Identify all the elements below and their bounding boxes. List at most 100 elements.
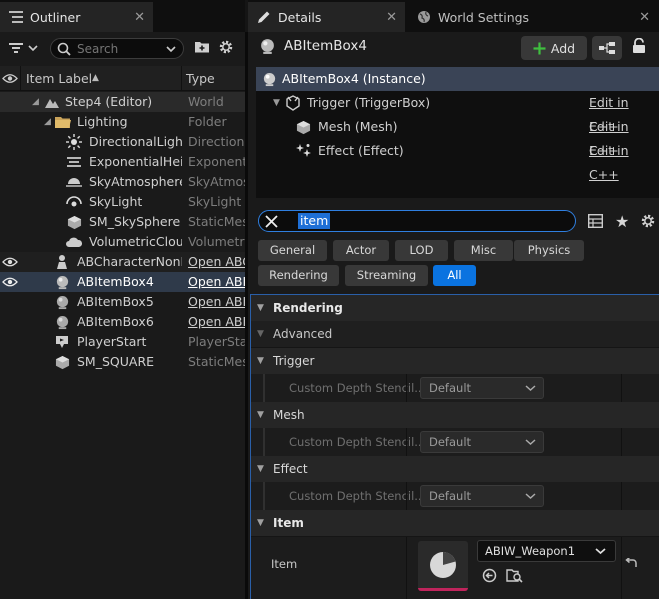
column-item-label[interactable]: Item Label [26, 66, 92, 91]
close-icon[interactable]: ✕ [639, 10, 650, 25]
chevron-down-icon [525, 432, 536, 452]
clear-search-icon[interactable] [265, 215, 278, 228]
outliner-row[interactable]: ◢ Step4 (Editor) World [0, 92, 245, 112]
component-row-trigger[interactable]: ▼ Trigger (TriggerBox) Edit in C++ [256, 91, 659, 134]
category-trigger[interactable]: ▼ Trigger [251, 348, 659, 374]
browse-asset-icon[interactable] [506, 568, 523, 586]
category-effect[interactable]: ▼ Effect [251, 456, 659, 482]
dropdown-value: Default [429, 381, 472, 395]
edit-in-cpp-link[interactable]: Edit in C++ [589, 139, 659, 187]
outliner-search[interactable] [50, 38, 184, 59]
globe-icon [416, 9, 432, 25]
custom-depth-stencil-dropdown[interactable]: Default [420, 377, 544, 399]
category-item[interactable]: ▼ Item [251, 510, 659, 536]
eye-icon[interactable] [2, 255, 18, 269]
row-type-link[interactable]: Open ABItemBox [188, 272, 245, 292]
outliner-row[interactable]: ABItemBox5 Open ABItemBox [0, 292, 245, 312]
settings-button[interactable] [218, 39, 234, 55]
property-label: Item [271, 557, 298, 571]
outliner-row[interactable]: ◢ Lighting Folder [0, 112, 245, 132]
asset-thumbnail[interactable] [418, 541, 468, 591]
collapse-arrow-icon[interactable]: ▼ [273, 91, 280, 115]
row-label: VolumetricCloud [89, 234, 182, 249]
reset-to-default-icon[interactable] [625, 556, 638, 572]
category-rendering[interactable]: ▼ Rendering [251, 295, 659, 321]
gear-icon[interactable] [640, 213, 656, 232]
chevron-down-icon[interactable] [165, 44, 177, 54]
outliner-row[interactable]: ABCharacterNonPlayer Open ABCharacterNon… [0, 252, 245, 272]
outliner-row[interactable]: VolumetricCloud VolumetricCloud [0, 232, 245, 252]
component-row-effect[interactable]: Effect (Effect) Edit in C++ [256, 139, 659, 182]
filter-chip-misc[interactable]: Misc [454, 240, 513, 261]
close-icon[interactable]: ✕ [386, 10, 397, 25]
outliner-panel: Outliner ✕ Item Label ▲ Type ◢ Step4 (Ed… [0, 0, 248, 599]
row-label: PlayerStart [77, 334, 147, 349]
eye-icon[interactable] [2, 275, 18, 289]
category-label: Effect [273, 462, 308, 476]
filter-chip-general[interactable]: General [258, 240, 327, 261]
tab-outliner[interactable]: Outliner ✕ [0, 2, 153, 32]
close-icon[interactable]: ✕ [134, 10, 145, 25]
property-row-item: Item ABIW_Weapon1 [251, 537, 659, 599]
star-icon[interactable]: ★ [615, 212, 629, 231]
row-type-link[interactable]: Open ABCharacterNonPlayer [188, 252, 245, 272]
search-input[interactable] [77, 41, 157, 56]
collapse-arrow-icon[interactable]: ◢ [44, 112, 51, 132]
row-type-link[interactable]: Open ABItemBox [188, 312, 245, 332]
filter-chip-all[interactable]: All [433, 265, 476, 286]
filter-chip-actor[interactable]: Actor [333, 240, 389, 261]
property-search[interactable]: item [258, 210, 576, 232]
add-folder-button[interactable] [194, 39, 210, 55]
outliner-row[interactable]: SM_SkySphere StaticMeshActor [0, 212, 245, 232]
table-view-icon[interactable] [587, 213, 604, 231]
component-tree: ABItemBox4 (Instance) ▼ Trigger (Trigger… [256, 67, 659, 198]
lock-icon[interactable] [632, 37, 648, 54]
blueprint-button[interactable] [592, 36, 622, 60]
category-advanced[interactable]: ▼ Advanced [251, 321, 659, 347]
outliner-row[interactable]: SM_SQUARE StaticMeshActor [0, 352, 245, 372]
outliner-row[interactable]: ExponentialHeightFog ExponentialHeightFo… [0, 152, 245, 172]
filter-chip-streaming[interactable]: Streaming [345, 265, 428, 286]
filter-chip-rendering[interactable]: Rendering [258, 265, 339, 286]
outliner-row[interactable]: DirectionalLight Directional [0, 132, 245, 152]
asset-name: ABIW_Weapon1 [485, 544, 576, 558]
outliner-row[interactable]: SkyLight SkyLight [0, 192, 245, 212]
actor-icon [54, 314, 70, 330]
column-type[interactable]: Type [186, 66, 215, 91]
property-label: Custom Depth Stencil... [289, 381, 426, 395]
category-mesh[interactable]: ▼ Mesh [251, 402, 659, 428]
tab-world-settings[interactable]: World Settings ✕ [408, 2, 658, 32]
tab-details[interactable]: Details ✕ [248, 2, 405, 32]
outliner-row-selected[interactable]: ABItemBox4 Open ABItemBox [0, 272, 245, 292]
eye-icon[interactable] [2, 73, 18, 84]
cloud-icon [66, 234, 82, 250]
property-label: Custom Depth Stencil... [289, 489, 426, 503]
search-input-value[interactable]: item [298, 213, 331, 229]
filter-chip-physics[interactable]: Physics [514, 240, 584, 261]
custom-depth-stencil-dropdown[interactable]: Default [420, 485, 544, 507]
component-row-mesh[interactable]: Mesh (Mesh) Edit in C++ [256, 115, 659, 158]
actor-icon [259, 38, 277, 56]
outliner-row[interactable]: PlayerStart PlayerStart [0, 332, 245, 352]
filter-dropdown-button[interactable] [8, 40, 42, 56]
component-row-instance[interactable]: ABItemBox4 (Instance) [256, 67, 659, 91]
outliner-row[interactable]: SkyAtmosphere SkyAtmosphere [0, 172, 245, 192]
add-component-button[interactable]: Add [521, 36, 587, 60]
outliner-row[interactable]: ABItemBox6 Open ABItemBox [0, 312, 245, 332]
gear-icon [219, 40, 233, 54]
custom-depth-stencil-dropdown[interactable]: Default [420, 431, 544, 453]
filter-chip-lod[interactable]: LOD [395, 240, 448, 261]
details-panel: Details ✕ World Settings ✕ ABItemBox4 Ad… [248, 0, 659, 599]
property-list: ▼ Rendering ▼ Advanced ▼ Trigger Custom Dep… [250, 294, 659, 599]
row-type-link[interactable]: Open ABItemBox [188, 292, 245, 312]
row-label: DirectionalLight [89, 134, 182, 149]
property-label: Custom Depth Stencil... [289, 435, 426, 449]
row-type: Folder [188, 114, 227, 129]
asset-picker-dropdown[interactable]: ABIW_Weapon1 [477, 540, 616, 562]
collapse-arrow-icon[interactable]: ◢ [32, 92, 39, 112]
details-tab-bar: Details ✕ World Settings ✕ [248, 0, 659, 32]
player-start-icon [54, 334, 70, 350]
category-label: Item [273, 516, 304, 530]
use-selected-icon[interactable] [482, 568, 497, 586]
folder-icon [55, 114, 71, 130]
